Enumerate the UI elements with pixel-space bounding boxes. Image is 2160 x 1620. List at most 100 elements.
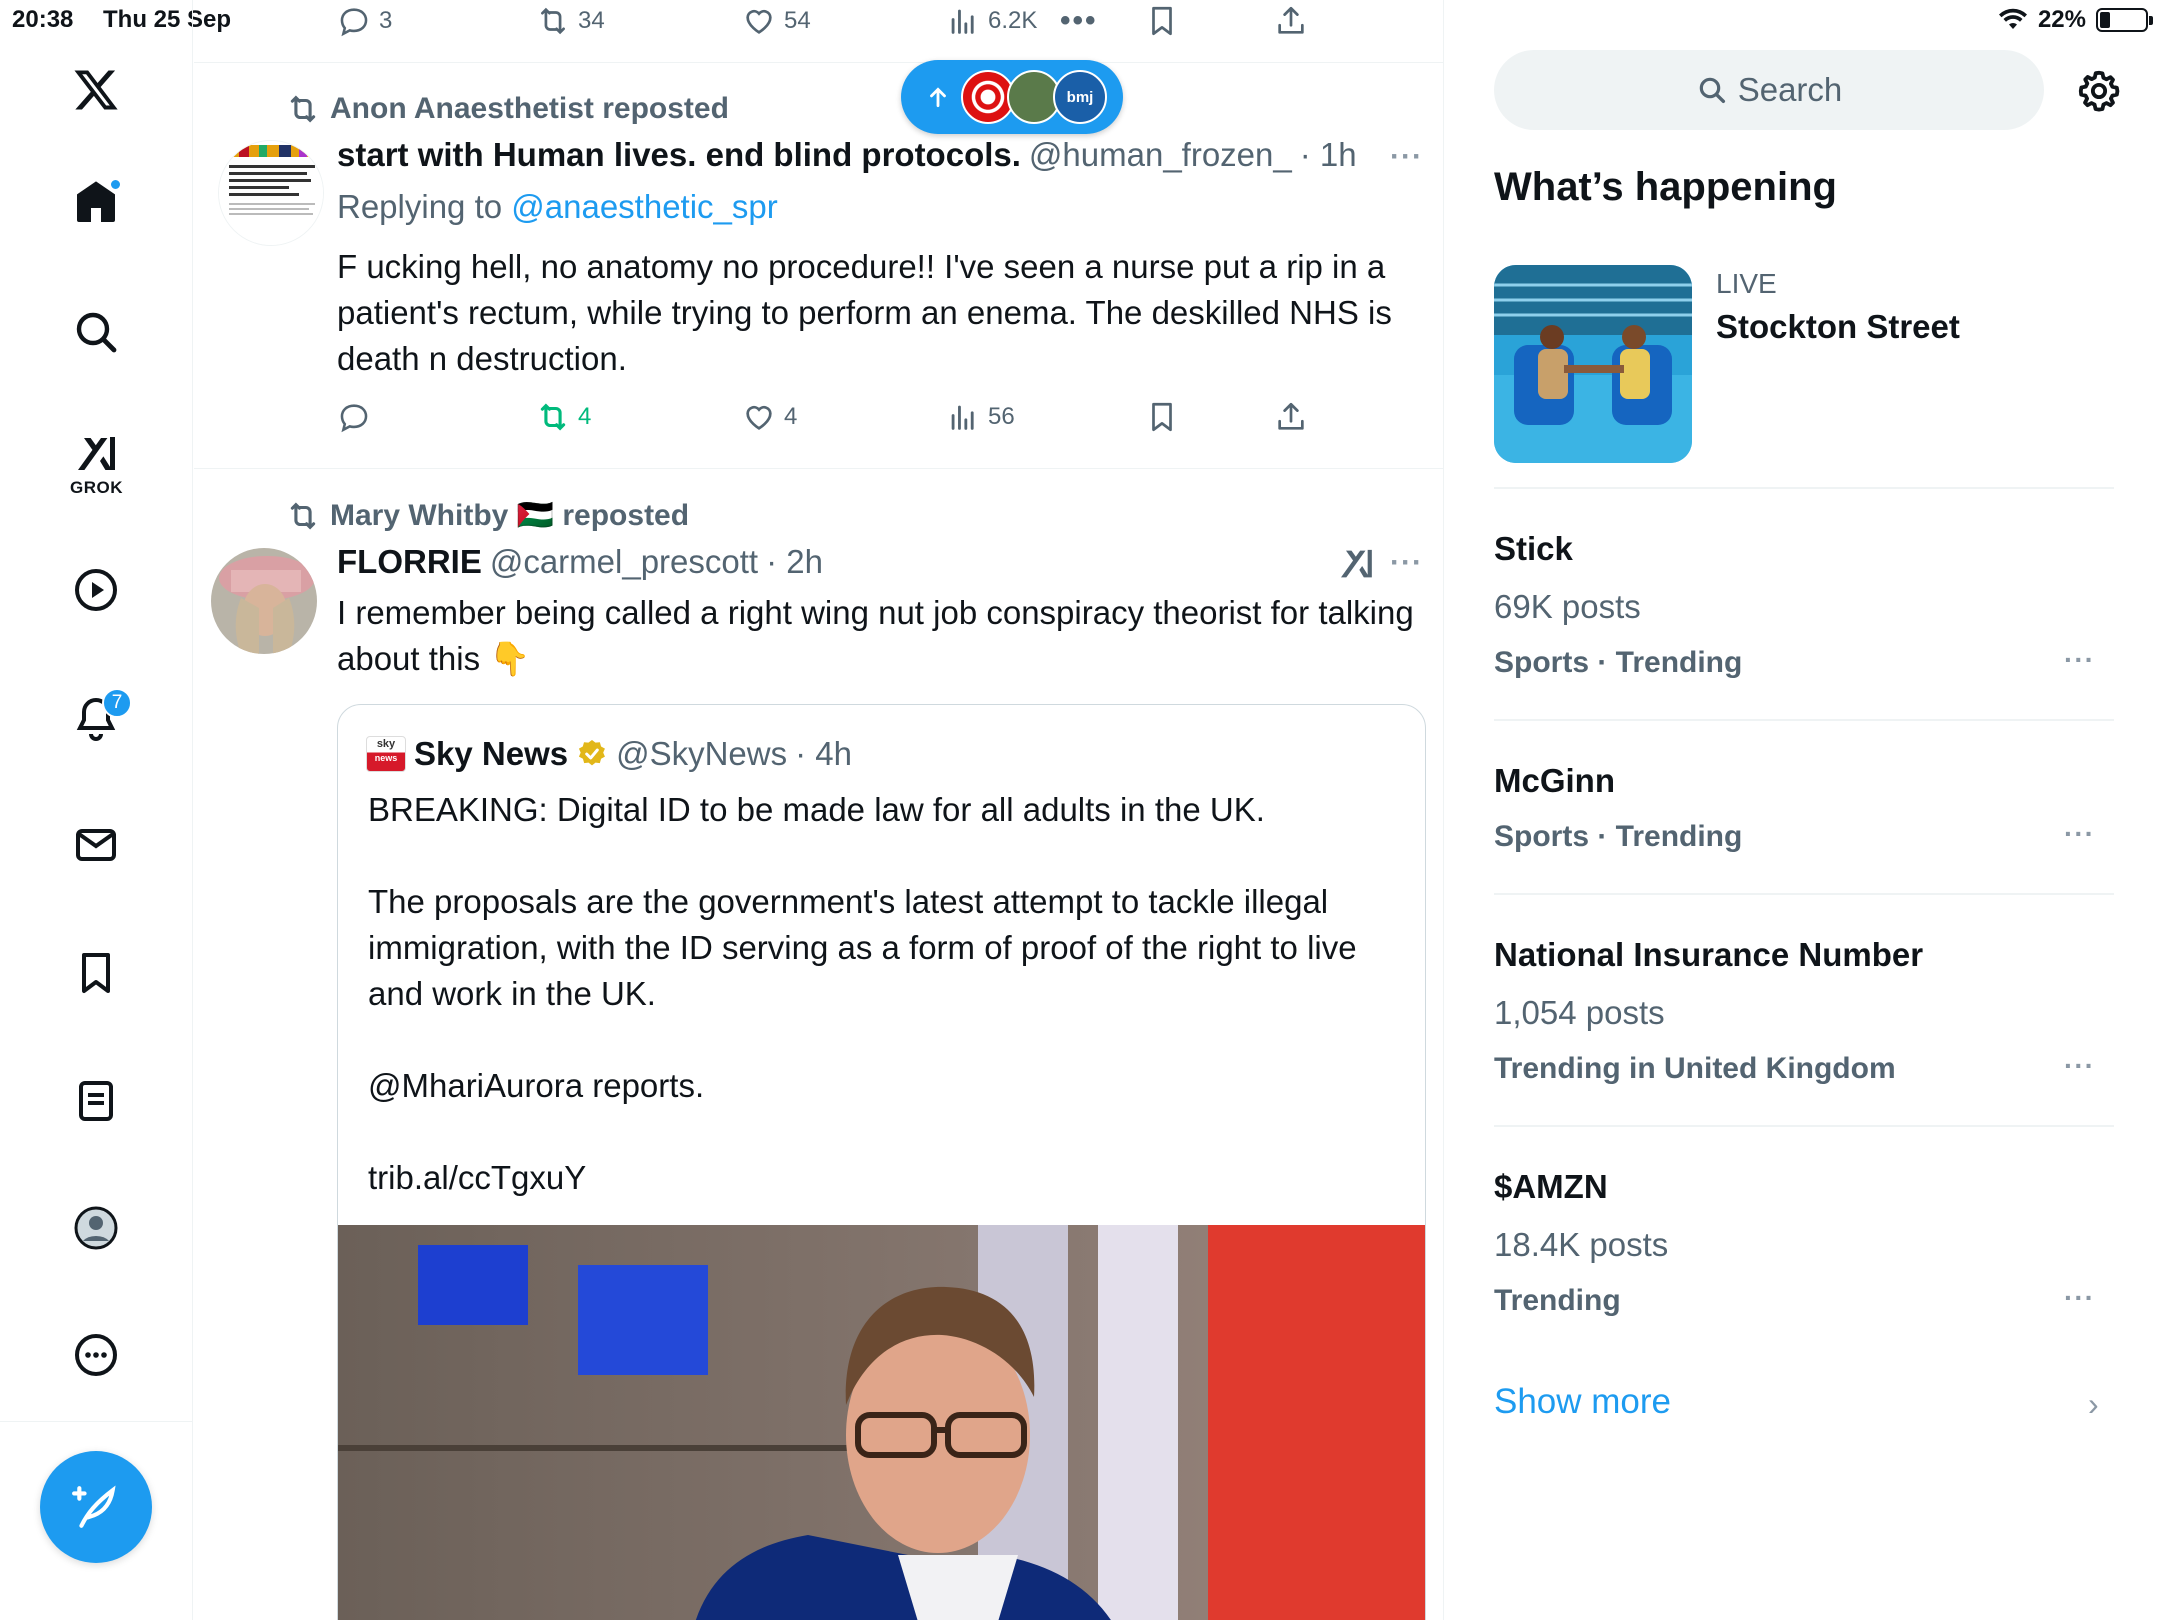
tweet-time[interactable]: · 1h bbox=[1300, 136, 1357, 174]
avatar[interactable] bbox=[218, 140, 324, 246]
settings-gear-icon[interactable] bbox=[2076, 68, 2122, 114]
trend-posts: 18.4K posts bbox=[1494, 1226, 1669, 1263]
quote-author-handle[interactable]: @SkyNews bbox=[616, 735, 787, 773]
profile-icon[interactable] bbox=[66, 1198, 126, 1258]
reply-action[interactable] bbox=[337, 400, 371, 434]
video-icon[interactable] bbox=[66, 560, 126, 620]
sky-news-logo-icon: sky news bbox=[366, 736, 406, 772]
grok-icon[interactable] bbox=[66, 424, 126, 484]
like-action[interactable]: 54 bbox=[742, 4, 811, 38]
wifi-icon bbox=[1998, 8, 2027, 29]
reply-count: 3 bbox=[379, 7, 393, 34]
trend-meta: Sports · Trending bbox=[1494, 646, 1743, 679]
author-name[interactable]: FLORRIE bbox=[337, 543, 482, 581]
repost-action[interactable]: 34 bbox=[536, 4, 605, 38]
trend-title[interactable]: National Insurance Number bbox=[1494, 936, 1923, 974]
more-options-icon[interactable] bbox=[66, 1325, 126, 1385]
trend-meta: Sports · Trending bbox=[1494, 820, 1743, 853]
quoted-tweet[interactable]: sky news Sky News @SkyNews · 4h BREAKING… bbox=[337, 704, 1426, 1620]
trend-more-button[interactable]: ··· bbox=[2064, 818, 2095, 850]
search-placeholder: Search bbox=[1737, 71, 1843, 108]
live-event-image[interactable] bbox=[1494, 265, 1692, 463]
lists-icon[interactable] bbox=[66, 1071, 126, 1131]
quote-text: BREAKING: Digital ID to be made law for … bbox=[368, 791, 1357, 1196]
notifications-icon[interactable]: 7 bbox=[66, 688, 132, 748]
live-title[interactable]: Stockton Street bbox=[1716, 308, 1960, 346]
compose-button[interactable] bbox=[40, 1451, 152, 1563]
reply-icon bbox=[340, 404, 368, 433]
author-handle[interactable]: @human_frozen_ bbox=[1029, 136, 1292, 174]
messages-icon[interactable] bbox=[66, 815, 126, 875]
like-action[interactable]: 4 bbox=[742, 400, 797, 434]
bookmark-action[interactable] bbox=[1145, 400, 1179, 434]
quote-time: · 4h bbox=[795, 735, 852, 772]
verified-gold-icon bbox=[579, 740, 606, 766]
notifications-badge: 7 bbox=[102, 688, 132, 718]
grok-explain-icon[interactable] bbox=[1336, 544, 1376, 584]
tweet-text: I remember being called a right wing nut… bbox=[337, 594, 1414, 677]
trend-title[interactable]: $AMZN bbox=[1494, 1168, 1608, 1206]
chevron-right-icon[interactable]: › bbox=[2088, 1386, 2099, 1423]
tweet-more-button[interactable]: ··· bbox=[1390, 140, 1423, 174]
trend-more-button[interactable]: ··· bbox=[2064, 1282, 2095, 1314]
grok-label: GROK bbox=[70, 478, 123, 497]
views-action[interactable]: 56 bbox=[946, 400, 1015, 434]
trend-divider bbox=[1494, 719, 2114, 721]
reply-action[interactable]: 3 bbox=[337, 4, 392, 38]
like-count: 4 bbox=[784, 403, 798, 430]
replying-to-link[interactable]: @anaesthetic_spr bbox=[511, 188, 777, 225]
x-logo-icon[interactable] bbox=[66, 60, 126, 120]
repost-action[interactable]: 4 bbox=[536, 400, 591, 434]
quote-header: sky news Sky News @SkyNews · 4h bbox=[366, 735, 852, 773]
quote-video-thumbnail[interactable] bbox=[338, 1225, 1425, 1620]
views-action[interactable]: 6.2K bbox=[946, 4, 1037, 38]
show-more-link[interactable]: Show more bbox=[1494, 1382, 1671, 1422]
home-icon[interactable] bbox=[66, 172, 126, 232]
bookmark-icon bbox=[1152, 402, 1172, 432]
tweet-time[interactable]: · 2h bbox=[766, 543, 823, 581]
search-nav-icon[interactable] bbox=[66, 302, 126, 362]
home-unread-dot bbox=[109, 178, 122, 191]
newspaper-avatar-image bbox=[219, 141, 323, 245]
search-input[interactable]: Search bbox=[1494, 50, 2044, 130]
views-icon bbox=[951, 405, 974, 430]
status-right: 22% bbox=[1998, 6, 2153, 34]
reposted-by-label: Anon Anaesthetist reposted bbox=[330, 92, 729, 125]
tweet-divider bbox=[194, 62, 1443, 63]
trend-more-button[interactable]: ··· bbox=[2064, 644, 2095, 676]
timeline[interactable]: 3 34 54 6.2K ••• Anon Anaesthetist repos… bbox=[194, 0, 1444, 1620]
author-handle[interactable]: @carmel_prescott bbox=[490, 543, 758, 581]
repost-indicator[interactable]: Mary Whitby 🇵🇸 reposted bbox=[286, 498, 689, 533]
trend-title[interactable]: McGinn bbox=[1494, 762, 1615, 800]
bookmarks-icon[interactable] bbox=[66, 943, 126, 1003]
trend-posts: 1,054 posts bbox=[1494, 994, 1665, 1031]
trend-meta: Trending bbox=[1494, 1284, 1621, 1317]
quote-author-name[interactable]: Sky News bbox=[414, 735, 568, 773]
pill-avatar-3: bmj bbox=[1053, 70, 1107, 124]
reposted-by-label: Mary Whitby 🇵🇸 reposted bbox=[330, 499, 690, 532]
live-label: LIVE bbox=[1716, 268, 1777, 299]
share-action[interactable] bbox=[1274, 4, 1308, 38]
tweet-text: F ucking hell, no anatomy no procedure!!… bbox=[337, 248, 1392, 377]
florrie-avatar-image bbox=[211, 548, 317, 654]
tweet-header: FLORRIE @carmel_prescott · 2h bbox=[337, 543, 823, 581]
bookmark-action[interactable] bbox=[1145, 4, 1179, 38]
repost-icon bbox=[541, 7, 565, 35]
views-count: 56 bbox=[988, 403, 1015, 430]
trend-more-button[interactable]: ··· bbox=[2064, 1050, 2095, 1082]
trend-meta: Trending in United Kingdom bbox=[1494, 1052, 1896, 1085]
trend-title[interactable]: Stick bbox=[1494, 530, 1573, 568]
left-nav-divider bbox=[0, 1421, 193, 1422]
tweet-divider bbox=[194, 468, 1443, 469]
new-posts-pill[interactable]: bmj bbox=[901, 60, 1123, 134]
tweet-more-button[interactable]: ··· bbox=[1390, 546, 1423, 580]
repost-indicator[interactable]: Anon Anaesthetist reposted bbox=[286, 92, 729, 126]
grok-analyze-dots[interactable]: ••• bbox=[1060, 4, 1098, 38]
dots-icon: ••• bbox=[1060, 4, 1098, 37]
left-nav: GROK 7 bbox=[0, 0, 193, 1620]
author-name[interactable]: start with Human lives. end blind protoc… bbox=[337, 136, 1021, 174]
share-action[interactable] bbox=[1274, 400, 1308, 434]
repost-count: 4 bbox=[578, 403, 592, 430]
like-count: 54 bbox=[784, 7, 811, 34]
avatar[interactable] bbox=[211, 548, 317, 654]
